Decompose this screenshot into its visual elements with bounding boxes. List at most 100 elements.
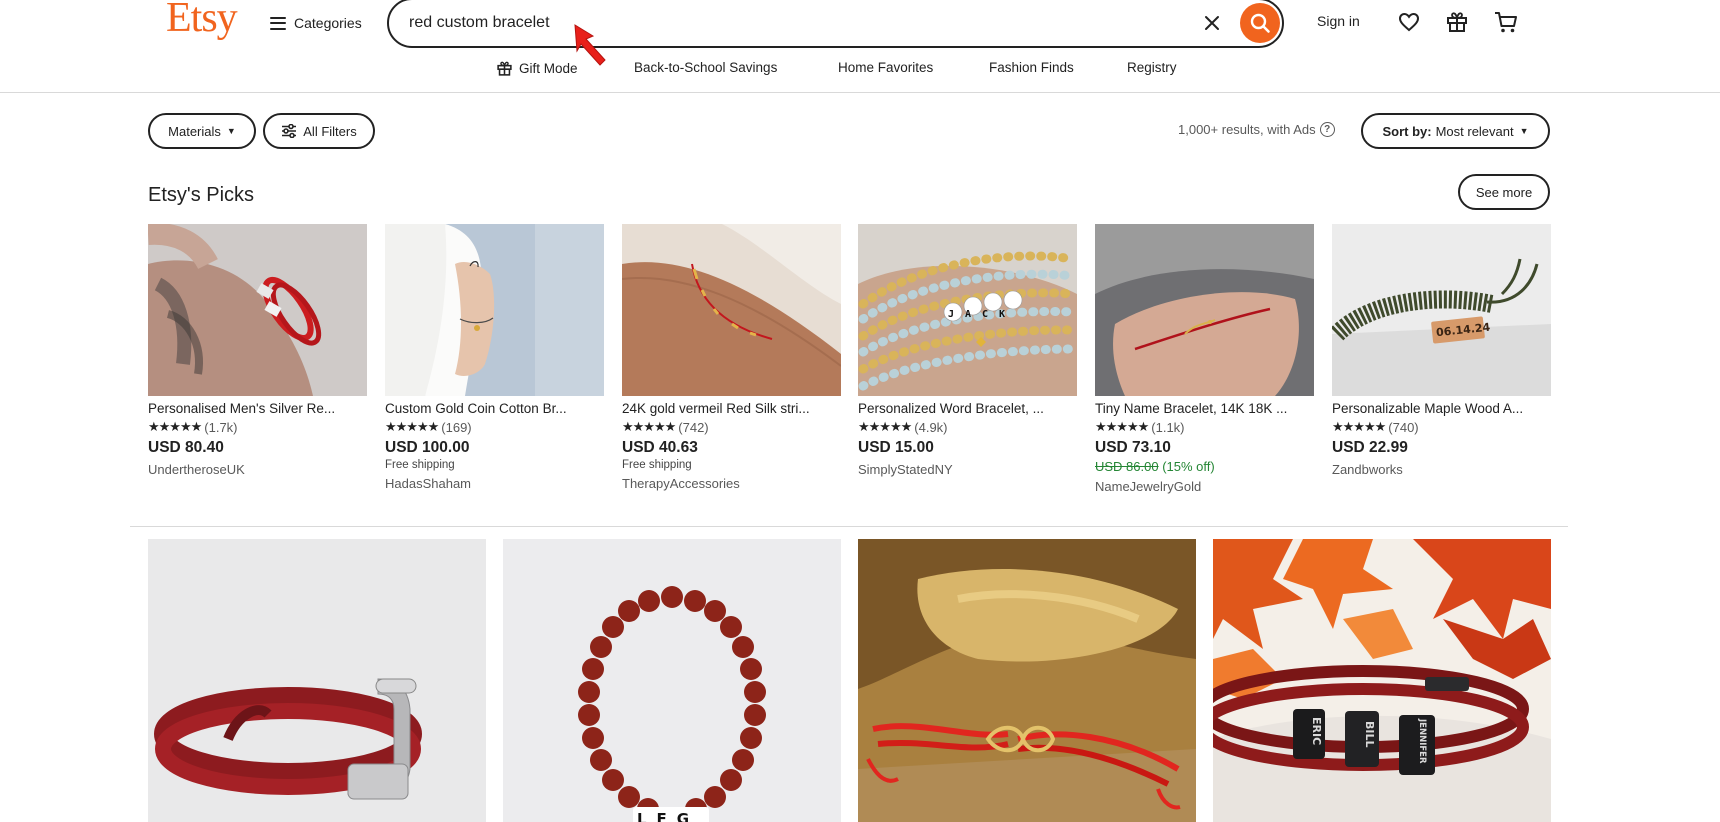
shipping-label: Free shipping [622, 459, 692, 471]
product-image[interactable] [1095, 224, 1314, 396]
pick-card[interactable]: JACK Personalized Word Bracelet, ... ★★★… [858, 224, 1077, 477]
clear-search-icon[interactable] [1201, 12, 1223, 34]
gift-button[interactable] [1443, 8, 1471, 36]
star-rating-icon: ★★★★★ [1095, 419, 1149, 434]
product-image[interactable] [385, 224, 604, 396]
product-image[interactable] [148, 224, 367, 396]
rating: ★★★★★ (169) [385, 419, 604, 435]
product-title[interactable]: Custom Gold Coin Cotton Br... [385, 401, 595, 416]
site-header: Etsy Categories Sign in [0, 0, 1720, 93]
sub-navigation: Gift Mode Back-to-School Savings Home Fa… [0, 60, 1720, 80]
product-price: USD 15.00 [858, 439, 934, 456]
product-price: USD 100.00 [385, 439, 470, 456]
sort-dropdown[interactable]: Sort by: Most relevant ▼ [1361, 113, 1550, 149]
shop-name[interactable]: Zandbworks [1332, 462, 1551, 477]
shop-name[interactable]: TherapyAccessories [622, 476, 841, 491]
caret-down-icon: ▼ [226, 126, 236, 136]
subnav-home-favorites[interactable]: Home Favorites [838, 60, 933, 75]
results-count-text: 1,000+ results, with Ads [1178, 122, 1316, 137]
rating: ★★★★★ (742) [622, 419, 841, 435]
cart-icon [1495, 12, 1517, 33]
sort-prefix: Sort by: [1382, 123, 1432, 139]
bead-letters: LFG [637, 810, 699, 822]
subnav-gift-mode[interactable]: Gift Mode [496, 60, 578, 77]
see-more-button[interactable]: See more [1458, 174, 1550, 210]
product-image[interactable]: JACK [858, 224, 1077, 396]
rating: ★★★★★ (1.1k) [1095, 419, 1314, 435]
gift-icon [1447, 12, 1467, 32]
product-price: USD 22.99 [1332, 439, 1408, 456]
product-title[interactable]: Personalised Men's Silver Re... [148, 401, 358, 416]
all-filters-button[interactable]: All Filters [263, 113, 375, 149]
bead-letters: JACK [948, 309, 1016, 320]
review-count: (740) [1388, 419, 1419, 435]
materials-label: Materials [168, 123, 221, 139]
product-title[interactable]: Personalized Word Bracelet, ... [858, 401, 1068, 416]
original-price: USD 86.00 [1095, 459, 1159, 474]
rating: ★★★★★ (4.9k) [858, 419, 1077, 435]
materials-filter[interactable]: Materials ▼ [148, 113, 256, 149]
help-icon[interactable]: ? [1319, 122, 1335, 137]
review-count: (4.9k) [914, 419, 948, 435]
star-rating-icon: ★★★★★ [385, 419, 439, 434]
sign-in-link[interactable]: Sign in [1317, 13, 1360, 29]
bead-name-2: BILL [1363, 721, 1376, 748]
results-count: 1,000+ results, with Ads ? [1178, 122, 1335, 137]
original-price-row: USD 86.00 (15% off) [1095, 459, 1314, 474]
categories-button[interactable]: Categories [270, 12, 362, 34]
review-count: (742) [678, 419, 709, 435]
star-rating-icon: ★★★★★ [1332, 419, 1386, 434]
review-count: (1.7k) [204, 419, 238, 435]
product-image[interactable] [622, 224, 841, 396]
shop-name[interactable]: UndertheroseUK [148, 462, 367, 477]
product-title[interactable]: 24K gold vermeil Red Silk stri... [622, 401, 832, 416]
star-rating-icon: ★★★★★ [622, 419, 676, 434]
shop-name[interactable]: HadasShaham [385, 476, 604, 491]
subnav-label: Gift Mode [519, 61, 578, 76]
listing-image[interactable] [858, 539, 1196, 822]
pick-card[interactable]: Tiny Name Bracelet, 14K 18K ... ★★★★★ (1… [1095, 224, 1314, 494]
etsy-logo[interactable]: Etsy [166, 0, 238, 42]
product-title[interactable]: Personalizable Maple Wood A... [1332, 401, 1542, 416]
star-rating-icon: ★★★★★ [148, 419, 202, 434]
pick-card[interactable]: 06.14.24 Personalizable Maple Wood A... … [1332, 224, 1551, 477]
rating: ★★★★★ (740) [1332, 419, 1551, 435]
caret-down-icon: ▼ [1519, 126, 1529, 136]
hamburger-icon [270, 16, 286, 30]
subnav-fashion-finds[interactable]: Fashion Finds [989, 60, 1074, 75]
review-count: (1.1k) [1151, 419, 1185, 435]
favorites-button[interactable] [1395, 8, 1423, 36]
section-divider [130, 526, 1568, 527]
listing-image[interactable]: ERIC BILL JENNIFER [1213, 539, 1551, 822]
product-price: USD 73.10 [1095, 439, 1171, 456]
filter-sliders-icon [282, 124, 297, 138]
search-input[interactable] [409, 10, 1169, 36]
listing-image[interactable] [148, 539, 486, 822]
all-filters-label: All Filters [303, 123, 357, 139]
star-rating-icon: ★★★★★ [858, 419, 912, 434]
pick-card[interactable]: Custom Gold Coin Cotton Br... ★★★★★ (169… [385, 224, 604, 491]
product-title[interactable]: Tiny Name Bracelet, 14K 18K ... [1095, 401, 1305, 416]
picks-heading: Etsy's Picks [148, 184, 255, 206]
search-bar [387, 0, 1284, 48]
shop-name[interactable]: SimplyStatedNY [858, 462, 1077, 477]
search-icon [1250, 13, 1270, 33]
listing-image[interactable]: LFG [503, 539, 841, 822]
search-button[interactable] [1240, 3, 1280, 43]
categories-label: Categories [294, 15, 362, 31]
subnav-back-to-school[interactable]: Back-to-School Savings [634, 60, 777, 75]
sort-value: Most relevant [1435, 123, 1514, 139]
pick-card[interactable]: 24K gold vermeil Red Silk stri... ★★★★★ … [622, 224, 841, 491]
shipping-label: Free shipping [385, 459, 455, 471]
heart-icon [1398, 12, 1420, 32]
bead-name-1: ERIC [1310, 717, 1323, 745]
pick-card[interactable]: Personalised Men's Silver Re... ★★★★★ (1… [148, 224, 367, 477]
bead-name-3: JENNIFER [1417, 718, 1427, 764]
shop-name[interactable]: NameJewelryGold [1095, 479, 1314, 494]
product-image[interactable]: 06.14.24 [1332, 224, 1551, 396]
cart-button[interactable] [1492, 8, 1520, 36]
discount-label: (15% off) [1162, 459, 1215, 474]
gift-icon [497, 61, 512, 76]
product-price: USD 40.63 [622, 439, 698, 456]
subnav-registry[interactable]: Registry [1127, 60, 1177, 75]
